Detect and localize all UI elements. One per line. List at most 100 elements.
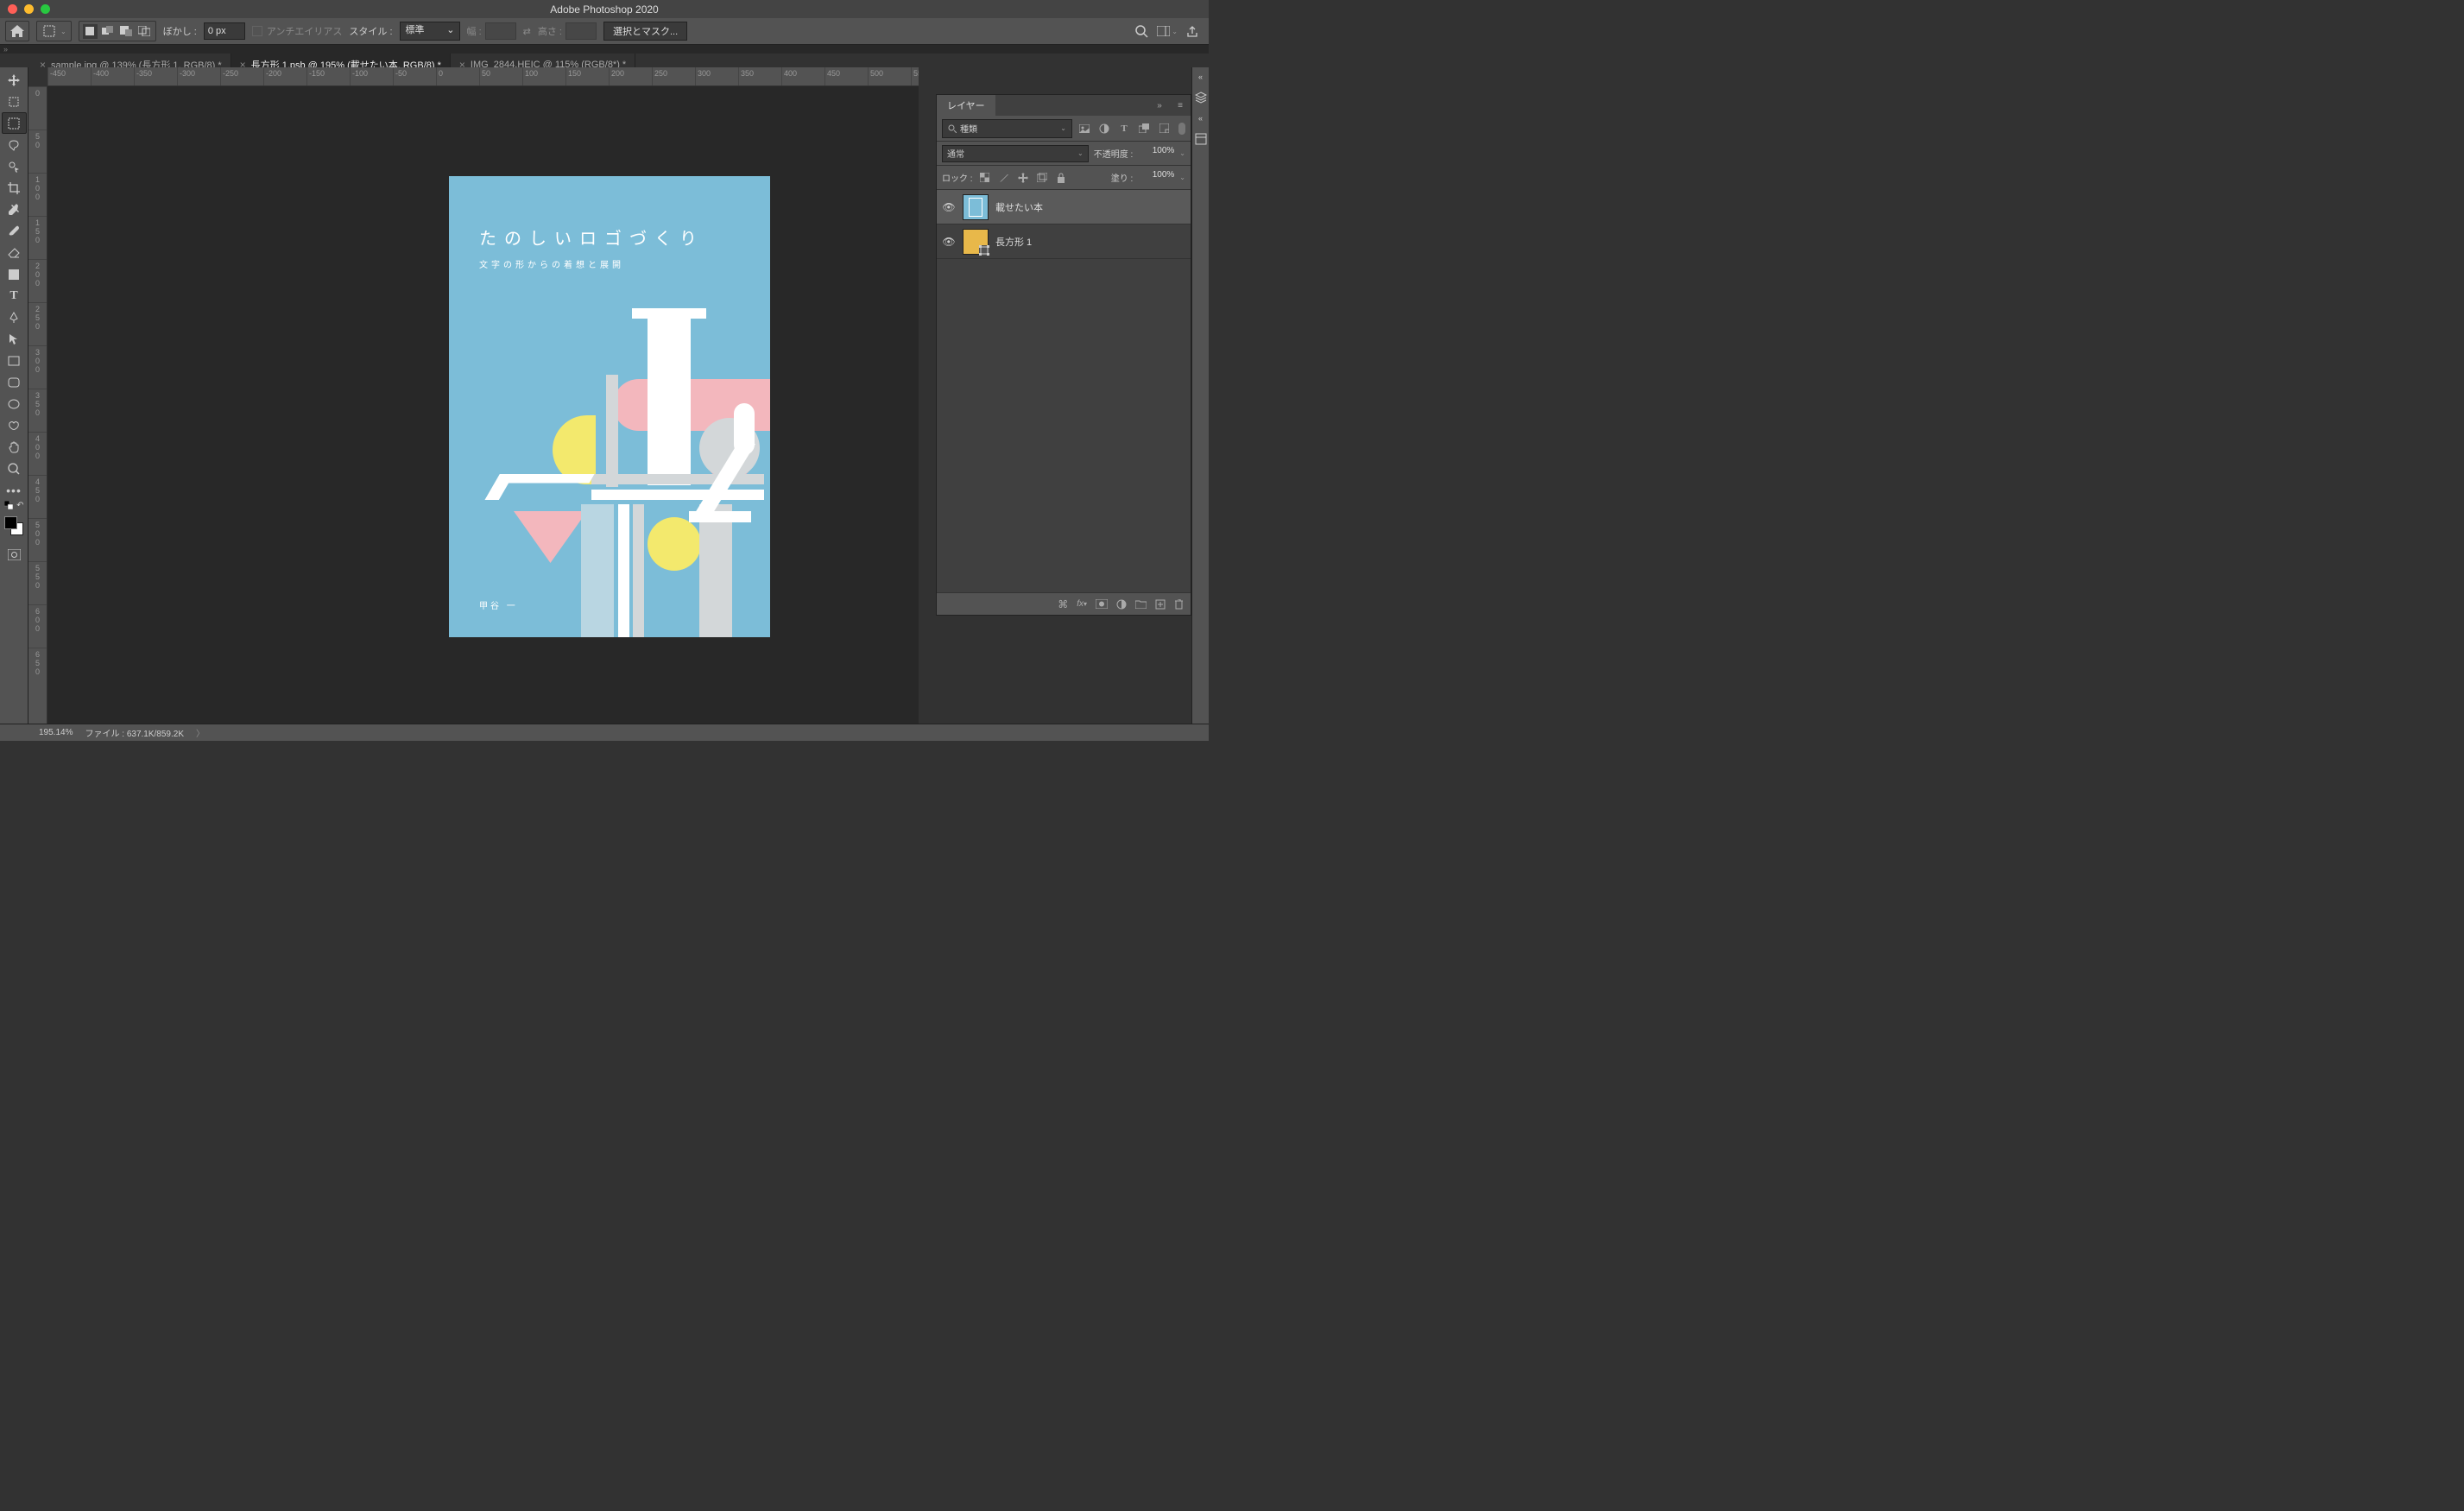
type-tool[interactable]: T [2,285,27,307]
marquee-tool[interactable] [2,112,27,134]
zoom-tool[interactable] [2,458,27,479]
selection-new-icon[interactable] [83,24,98,39]
chevron-down-icon: ⌄ [60,28,66,35]
lock-position-icon[interactable] [1016,171,1030,185]
layer-name[interactable]: 載せたい本 [995,200,1043,214]
eraser-tool[interactable] [2,242,27,263]
fill-input[interactable]: 100% [1138,170,1174,186]
filter-smartobj-icon[interactable] [1156,121,1172,136]
layer-thumbnail[interactable] [963,229,989,255]
pen-tool[interactable] [2,307,27,328]
status-menu-icon[interactable]: 〉 [196,726,205,739]
fgbg-mini-icon[interactable] [4,501,13,509]
link-layers-icon[interactable]: ⌘ [1058,598,1068,610]
antialias-checkbox [252,26,262,36]
swap-dimensions-icon: ⇄ [520,26,534,37]
layers-filter-bar: 種類 ⌄ T [937,116,1191,142]
properties-panel-icon[interactable] [1195,133,1207,145]
rectangle-tool[interactable] [2,350,27,371]
feather-input[interactable] [204,22,245,40]
panel-collapse-icon[interactable]: « [1198,73,1203,81]
group-icon[interactable] [1135,600,1147,609]
right-panel-stack: « « [1191,67,1209,724]
chevron-down-icon[interactable]: ⌄ [1179,149,1185,157]
document-canvas[interactable]: たのしいロゴづくり 文字の形からの着想と展開 甲谷 一 [449,176,770,637]
crop-tool[interactable] [2,177,27,199]
panel-collapse-icon[interactable]: » [1149,101,1170,111]
blend-mode-select[interactable]: 通常⌄ [942,145,1089,162]
lock-transparency-icon[interactable] [978,171,992,185]
artwork-title: たのしいロゴづくり [479,224,704,250]
edit-toolbar[interactable]: ••• [2,479,27,501]
height-label: 高さ : [538,24,562,38]
search-icon[interactable] [1135,25,1148,38]
panel-collapse-icon-2[interactable]: « [1198,114,1203,123]
foreground-color[interactable] [4,516,17,529]
tool-preset-picker[interactable]: ⌄ [36,21,72,41]
canvas-area[interactable]: たのしいロゴづくり 文字の形からの着想と展開 甲谷 一 [47,86,919,724]
panel-expand-bar[interactable]: » [0,45,1209,54]
hand-tool[interactable] [2,436,27,458]
rounded-rect-tool[interactable] [2,371,27,393]
filter-toggle[interactable] [1178,123,1185,135]
layer-thumbnail[interactable] [963,194,989,220]
move-tool[interactable] [2,69,27,91]
artboard-tool[interactable] [2,91,27,112]
filter-adjustment-icon[interactable] [1096,121,1112,136]
height-input [565,22,597,40]
eyedropper-tool[interactable] [2,199,27,220]
selection-add-icon[interactable] [101,24,116,39]
width-input [485,22,516,40]
home-button[interactable] [5,21,29,41]
layer-row[interactable]: 👁 長方形 1 [937,224,1191,259]
ellipse-tool[interactable] [2,393,27,414]
layer-mask-icon[interactable] [1096,599,1108,609]
lock-all-icon[interactable] [1054,171,1068,185]
brush-tool[interactable] [2,220,27,242]
layer-row[interactable]: 👁 載せたい本 [937,190,1191,224]
layers-tab[interactable]: レイヤー [937,95,995,116]
horizontal-ruler[interactable]: -450-400-350-300-250-200-150-100-5005010… [47,67,919,86]
lock-nested-icon[interactable] [1035,171,1049,185]
lasso-tool[interactable] [2,134,27,155]
select-and-mask-button[interactable]: 選択とマスク... [603,22,687,41]
gradient-tool[interactable] [2,263,27,285]
layers-panel-icon[interactable] [1195,92,1207,104]
filter-shape-icon[interactable] [1136,121,1152,136]
filter-type-icon[interactable]: T [1116,121,1132,136]
custom-shape-tool[interactable] [2,414,27,436]
layer-filter-select[interactable]: 種類 ⌄ [942,119,1072,138]
share-icon[interactable] [1186,25,1198,37]
visibility-icon[interactable]: 👁 [942,201,956,213]
layers-lock-row: ロック : 塗り : 100% ⌄ [937,166,1191,190]
status-file-info[interactable]: ファイル : 637.1K/859.2K [85,726,184,739]
layer-fx-icon[interactable]: fx▾ [1077,599,1087,609]
filter-pixel-icon[interactable] [1077,121,1092,136]
fill-label: 塗り : [1111,171,1134,184]
style-select[interactable]: 標準 [400,22,460,41]
quick-mask-tool[interactable] [2,544,27,566]
layers-tabbar: レイヤー » ≡ [937,95,1191,116]
opacity-input[interactable]: 100% [1138,146,1174,161]
artwork-subtitle: 文字の形からの着想と展開 [479,257,624,270]
zoom-level[interactable]: 195.14% [39,728,73,737]
foreground-background-color[interactable] [3,515,25,537]
new-layer-icon[interactable] [1155,599,1166,610]
marquee-icon [41,24,56,39]
panel-menu-icon[interactable]: ≡ [1170,101,1191,111]
quick-select-tool[interactable] [2,155,27,177]
chevron-down-icon[interactable]: ⌄ [1179,174,1185,181]
delete-layer-icon[interactable] [1174,599,1184,610]
vertical-ruler[interactable]: 050100150200250300350400450500550600650 [28,86,47,724]
workspace-icon[interactable]: ⌄ [1157,26,1178,36]
visibility-icon[interactable]: 👁 [942,236,956,248]
layer-name[interactable]: 長方形 1 [995,235,1032,249]
options-bar: ⌄ ぼかし : アンチエイリアス スタイル : 標準 幅 : ⇄ 高さ : 選択… [0,18,1209,45]
lock-image-icon[interactable] [997,171,1011,185]
selection-intersect-icon[interactable] [137,24,152,39]
adjustment-layer-icon[interactable] [1116,599,1127,610]
fgbg-swap-icon[interactable]: ↶ [16,501,23,510]
selection-subtract-icon[interactable] [119,24,134,39]
close-icon[interactable]: × [40,59,46,71]
path-select-tool[interactable] [2,328,27,350]
